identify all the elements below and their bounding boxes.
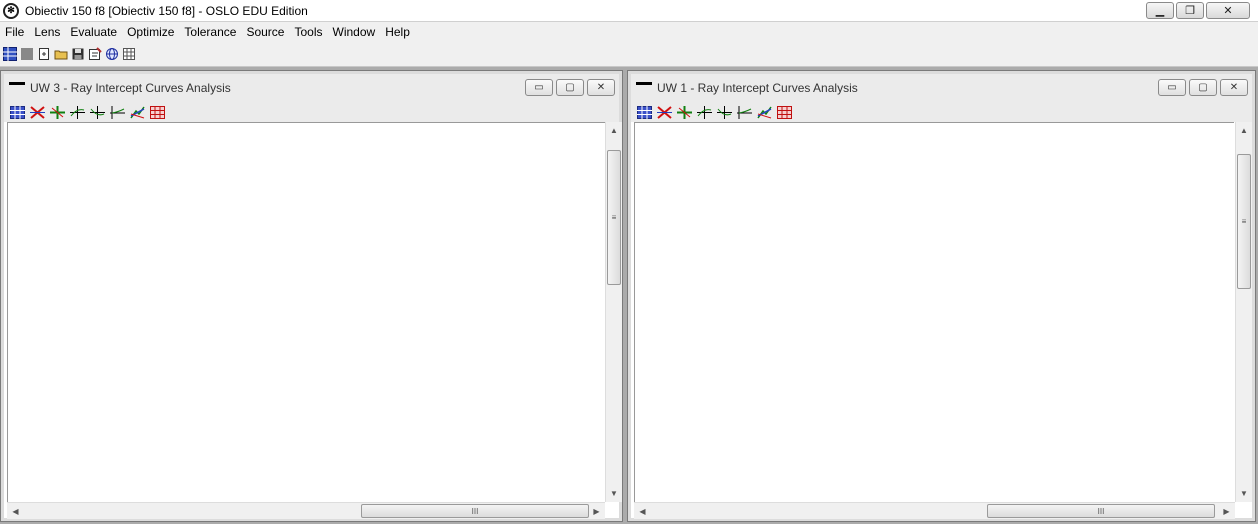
child-restore-button[interactable]: ▢ (556, 79, 584, 96)
gray-square-icon[interactable] (19, 46, 35, 62)
oslo-app-icon[interactable]: ✻ (3, 2, 19, 19)
vertical-scroll-thumb[interactable]: ≡ (1237, 154, 1251, 289)
fan2-icon[interactable] (89, 105, 106, 120)
scroll-left-arrow[interactable]: ◀ (7, 503, 24, 519)
edit-icon[interactable] (87, 46, 103, 62)
menu-source[interactable]: Source (241, 22, 289, 42)
scroll-up-arrow[interactable]: ▲ (606, 122, 622, 139)
scroll-right-arrow[interactable]: ▶ (1218, 503, 1235, 519)
scroll-up-arrow[interactable]: ▲ (1236, 122, 1252, 139)
menu-file[interactable]: File (0, 22, 29, 42)
child-toolbar: LONGITUDINALSPHERICAL ABER. (mm)-2.52.5C… (4, 102, 619, 122)
app-window-controls: ▁ ❐ ✕ (1146, 2, 1250, 19)
ray-intercept-window-uw1: UW 1 - Ray Intercept Curves Analysis ▭ ▢… (627, 70, 1256, 522)
child-window-title: UW 3 - Ray Intercept Curves Analysis (30, 81, 231, 95)
curve-icon[interactable] (736, 105, 753, 120)
plot-svg (635, 123, 1235, 503)
scroll-down-arrow[interactable]: ▼ (606, 485, 622, 502)
plot-canvas (7, 122, 605, 502)
spreadsheet-icon[interactable] (2, 46, 18, 62)
spot-icon[interactable]: LONGITUDINALSPHERICAL ABER. (mm)-2.52.5C… (9, 105, 26, 120)
plot-canvas (634, 122, 1234, 502)
globe-icon[interactable] (104, 46, 120, 62)
app-maximize-button[interactable]: ❐ (1176, 2, 1204, 19)
scroll-down-arrow[interactable]: ▼ (1236, 485, 1252, 502)
child-title-bar: UW 3 - Ray Intercept Curves Analysis ▭ ▢… (4, 74, 619, 102)
horizontal-scrollbar[interactable]: ◀ III ▶ (634, 502, 1235, 519)
ray-intercept-window-uw3: UW 3 - Ray Intercept Curves Analysis ▭ ▢… (0, 70, 623, 522)
child-toolbar: LONGITUDINALSPHERICAL ABER. (mm)-2.52.5C… (631, 102, 1252, 122)
child-minimize-button[interactable]: ▭ (1158, 79, 1186, 96)
child-title-bar: UW 1 - Ray Intercept Curves Analysis ▭ ▢… (631, 74, 1252, 102)
plus-icon[interactable] (49, 105, 66, 120)
menu-window[interactable]: Window (328, 22, 381, 42)
horizontal-scroll-thumb[interactable]: III (987, 504, 1215, 518)
child-minimize-button[interactable]: ▭ (525, 79, 553, 96)
horizontal-scrollbar[interactable]: ◀ III ▶ (7, 502, 605, 519)
main-toolbar (0, 42, 1258, 67)
app-title: Obiectiv 150 f8 [Obiectiv 150 f8] - OSLO… (25, 3, 308, 18)
child-close-button[interactable]: ✕ (1220, 79, 1248, 96)
horizontal-scroll-thumb[interactable]: III (361, 504, 589, 518)
fan2-icon[interactable] (716, 105, 733, 120)
app-minimize-button[interactable]: ▁ (1146, 2, 1174, 19)
menu-lens[interactable]: Lens (29, 22, 65, 42)
mdi-workspace: UW 3 - Ray Intercept Curves Analysis ▭ ▢… (0, 67, 1258, 524)
vertical-scrollbar[interactable]: ▲ ≡ ▼ (605, 122, 622, 502)
menu-bar: File Lens Evaluate Optimize Tolerance So… (0, 22, 1258, 42)
cross-icon[interactable] (656, 105, 673, 120)
chart-icon[interactable] (129, 105, 146, 120)
fan-icon[interactable] (696, 105, 713, 120)
app-title-bar: ✻ Obiectiv 150 f8 [Obiectiv 150 f8] - OS… (0, 0, 1258, 22)
child-window-title: UW 1 - Ray Intercept Curves Analysis (657, 81, 858, 95)
child-window-controls: ▭ ▢ ✕ (1158, 79, 1248, 96)
plus-icon[interactable] (676, 105, 693, 120)
menu-help[interactable]: Help (380, 22, 415, 42)
menu-evaluate[interactable]: Evaluate (65, 22, 122, 42)
cross-icon[interactable] (29, 105, 46, 120)
spot-icon[interactable]: LONGITUDINALSPHERICAL ABER. (mm)-2.52.5C… (636, 105, 653, 120)
save-icon[interactable] (70, 46, 86, 62)
plot-svg (8, 123, 606, 503)
vertical-scroll-thumb[interactable]: ≡ (607, 150, 621, 285)
mesh-icon[interactable] (149, 105, 166, 120)
menu-tolerance[interactable]: Tolerance (179, 22, 241, 42)
vertical-scrollbar[interactable]: ▲ ≡ ▼ (1235, 122, 1252, 502)
scroll-left-arrow[interactable]: ◀ (634, 503, 651, 519)
analysis-window-icon (636, 82, 652, 94)
app-close-button[interactable]: ✕ (1206, 2, 1250, 19)
fan-icon[interactable] (69, 105, 86, 120)
child-restore-button[interactable]: ▢ (1189, 79, 1217, 96)
menu-optimize[interactable]: Optimize (122, 22, 179, 42)
new-icon[interactable] (36, 46, 52, 62)
analysis-window-icon (9, 82, 25, 94)
mesh-icon[interactable] (776, 105, 793, 120)
chart-icon[interactable] (756, 105, 773, 120)
child-window-controls: ▭ ▢ ✕ (525, 79, 615, 96)
menu-tools[interactable]: Tools (289, 22, 327, 42)
curve-icon[interactable] (109, 105, 126, 120)
child-close-button[interactable]: ✕ (587, 79, 615, 96)
open-icon[interactable] (53, 46, 69, 62)
grid-icon[interactable] (121, 46, 137, 62)
scroll-right-arrow[interactable]: ▶ (588, 503, 605, 519)
